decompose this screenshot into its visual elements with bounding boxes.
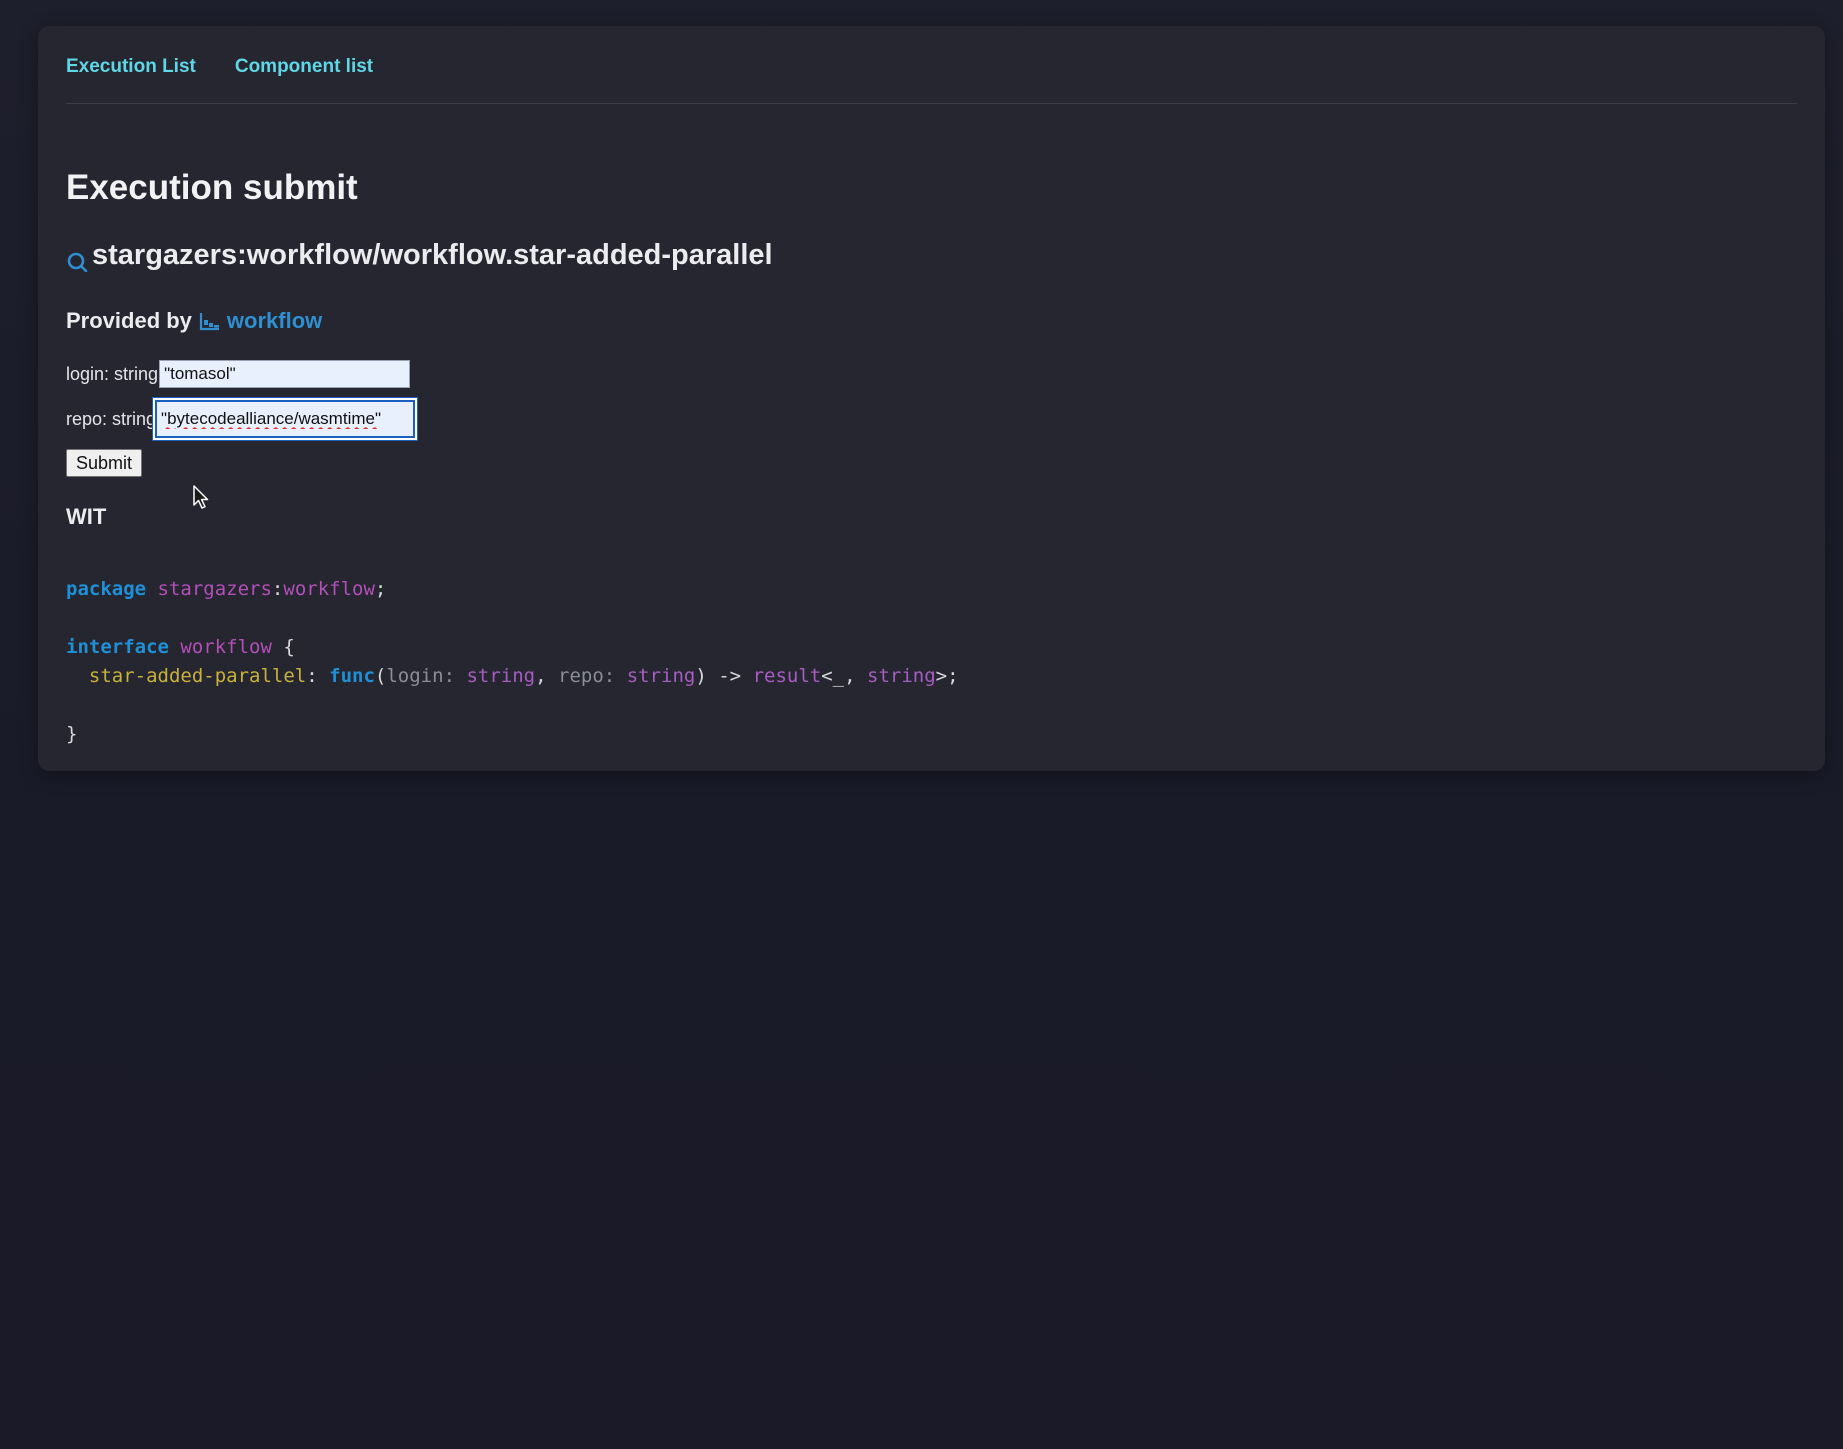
wit-ret-open: <_, [821, 665, 856, 687]
wit-kw-func: func [329, 665, 375, 687]
wit-p1-name: login [386, 665, 444, 687]
wit-p2-name: repo [558, 665, 604, 687]
nav-execution-list[interactable]: Execution List [66, 56, 196, 78]
component-name: workflow [226, 308, 323, 333]
wit-pkg-name: workflow [283, 578, 375, 600]
wit-pkg-colon: : [271, 578, 284, 600]
wit-paren-open: ( [374, 665, 387, 687]
repo-row: repo: string [66, 400, 416, 438]
wit-heading: WIT [66, 504, 107, 529]
wit-kw-package: package [66, 578, 147, 600]
login-label: login: string [66, 363, 159, 384]
component-stairs-icon [199, 311, 221, 331]
wit-p1-type: string [466, 665, 536, 687]
wit-close-brace: } [66, 723, 78, 745]
provided-by: Provided by workflow [66, 308, 322, 334]
wit-ret-inner: string [867, 665, 936, 687]
top-nav: Execution List Component list [66, 26, 1797, 104]
wit-paren-close: ) [695, 665, 707, 687]
wit-open-brace: { [283, 636, 295, 658]
wit-fn-colon: : [306, 665, 318, 687]
wit-pkg-ns: stargazers [157, 578, 272, 600]
wit-p1-colon: : [443, 665, 456, 687]
submit-button[interactable]: Submit [66, 449, 143, 477]
login-row: login: string [66, 360, 411, 388]
function-title: stargazers:workflow/workflow.star-added-… [66, 239, 773, 273]
repo-label: repo: string [66, 408, 157, 429]
repo-input[interactable] [155, 400, 416, 438]
wit-comma: , [535, 665, 547, 687]
wit-fn-name: star-added-parallel [88, 665, 307, 687]
main-card: Execution List Component list Execution … [38, 26, 1825, 771]
wit-code-block: package stargazers:workflow; interface w… [66, 575, 959, 749]
provided-by-label: Provided by [66, 308, 192, 333]
mouse-pointer-icon [193, 485, 209, 509]
nav-component-list[interactable]: Component list [235, 56, 373, 78]
wit-arrow: -> [718, 665, 742, 687]
wit-pkg-semi: ; [374, 578, 387, 600]
function-name: stargazers:workflow/workflow.star-added-… [92, 239, 773, 271]
search-magnifier-icon [66, 246, 90, 273]
wit-p2-type: string [626, 665, 696, 687]
wit-iface-name: workflow [180, 636, 272, 658]
wit-ret-close: >; [935, 665, 959, 687]
wit-ret-type: result [752, 665, 822, 687]
login-input[interactable] [159, 360, 411, 388]
page-title: Execution submit [66, 168, 358, 207]
component-link[interactable]: workflow [199, 308, 322, 334]
wit-p2-colon: : [603, 665, 616, 687]
wit-kw-interface: interface [66, 636, 169, 658]
